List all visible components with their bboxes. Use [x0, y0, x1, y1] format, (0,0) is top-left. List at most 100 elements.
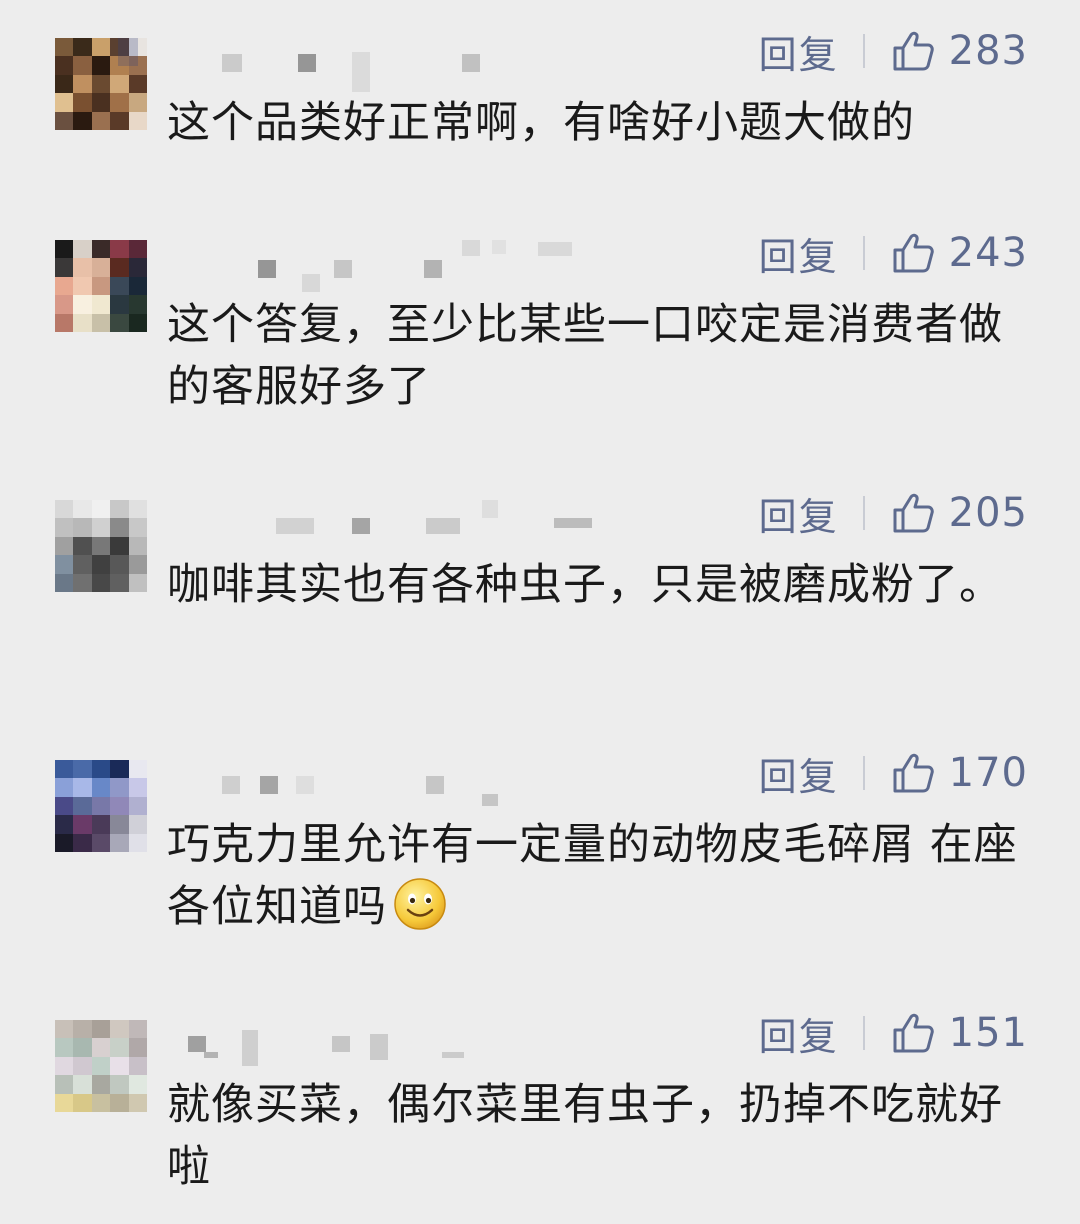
avatar-pixel	[110, 815, 129, 834]
avatar-pixel	[128, 833, 147, 852]
avatar-pixel	[110, 573, 129, 592]
avatar-pixel	[128, 778, 147, 797]
avatar-pixel	[55, 833, 74, 852]
avatar-pixel	[91, 295, 111, 314]
reply-button[interactable]: 回复	[759, 226, 839, 281]
avatar-pixel	[110, 796, 129, 816]
avatar-pixel	[55, 796, 74, 816]
avatar-pixel	[55, 555, 74, 574]
comment-text: 巧克力里允许有一定量的动物皮毛碎屑 在座各位知道吗	[167, 814, 1027, 938]
thumbs-up-icon[interactable]	[891, 491, 935, 535]
avatar-pixel	[73, 93, 92, 112]
avatar-pixel	[55, 1038, 74, 1057]
avatar-pixel	[73, 240, 92, 259]
avatar-pixel	[128, 295, 147, 314]
avatar-pixel	[55, 56, 74, 75]
avatar-pixel	[91, 93, 111, 112]
avatar-pixel	[128, 1038, 147, 1057]
avatar-pixel	[55, 778, 74, 797]
avatar[interactable]	[55, 240, 147, 332]
avatar-pixel	[128, 74, 147, 94]
like-count: 283	[948, 28, 1028, 74]
username-blurred[interactable]	[170, 240, 730, 300]
avatar-pixel	[110, 313, 129, 332]
avatar-pixel	[73, 276, 92, 296]
avatar-pixel	[55, 313, 74, 332]
avatar-pixel	[55, 240, 74, 259]
avatar-pixel	[91, 833, 111, 852]
avatar-pixel	[110, 295, 129, 314]
avatar-pixel	[128, 573, 147, 592]
thumbs-up-icon[interactable]	[891, 231, 935, 275]
avatar-pixel	[110, 74, 129, 94]
avatar-pixel	[128, 518, 147, 537]
avatar-pixel	[73, 536, 92, 556]
avatar-pixel	[110, 258, 129, 277]
avatar-pixel	[110, 1093, 129, 1112]
avatar[interactable]	[55, 500, 147, 592]
avatar[interactable]	[55, 760, 147, 852]
avatar-pixel	[128, 760, 147, 779]
avatar-pixel	[128, 796, 147, 816]
avatar-pixel	[73, 760, 92, 779]
thumbs-up-icon[interactable]	[891, 29, 935, 73]
avatar-pixel	[128, 111, 147, 130]
smile-emoji-icon	[394, 878, 446, 930]
avatar-pixel	[91, 240, 111, 259]
avatar-pixel	[110, 111, 129, 130]
avatar-pixel	[91, 111, 111, 130]
reply-button[interactable]: 回复	[759, 1006, 839, 1061]
avatar-pixel	[73, 555, 92, 574]
avatar-pixel	[128, 313, 147, 332]
avatar-pixel	[128, 240, 147, 259]
avatar-pixel	[73, 56, 92, 75]
thumbs-up-icon[interactable]	[891, 751, 935, 795]
avatar-pixel	[91, 555, 111, 574]
avatar-pixel	[91, 500, 111, 519]
reply-button[interactable]: 回复	[759, 746, 839, 801]
avatar-pixel	[91, 1020, 111, 1039]
avatar-pixel	[55, 93, 74, 112]
avatar-pixel	[55, 500, 74, 519]
avatar-pixel	[128, 1020, 147, 1039]
avatar-pixel	[128, 536, 147, 556]
avatar-pixel	[91, 573, 111, 592]
reply-button[interactable]: 回复	[759, 24, 839, 79]
avatar-pixel	[91, 796, 111, 816]
avatar-pixel	[110, 500, 129, 519]
comment-actions: 回复 170	[759, 750, 1028, 799]
avatar-pixel	[73, 500, 92, 519]
avatar-pixel	[128, 1093, 147, 1112]
username-blurred[interactable]	[170, 760, 730, 820]
avatar-pixel	[91, 38, 111, 57]
avatar-pixel	[55, 74, 74, 94]
avatar-pixel	[55, 111, 74, 130]
avatar-pixel	[91, 1093, 111, 1112]
avatar-pixel	[110, 1075, 129, 1094]
thumbs-up-icon[interactable]	[891, 1011, 935, 1055]
comment-actions: 回复 205	[759, 490, 1028, 539]
avatar-pixel	[110, 240, 129, 259]
avatar-pixel	[55, 518, 74, 537]
avatar-pixel	[110, 1038, 129, 1057]
avatar-pixel	[73, 796, 92, 816]
avatar-pixel	[55, 1020, 74, 1039]
comment-text-body: 巧克力里允许有一定量的动物皮毛碎屑 在座各位知道吗	[167, 820, 1018, 932]
avatar-pixel	[128, 500, 147, 519]
like-count: 205	[948, 490, 1028, 536]
divider	[862, 34, 865, 68]
like-count: 170	[948, 750, 1028, 796]
avatar-pixel	[110, 1056, 129, 1076]
avatar-pixel	[91, 1038, 111, 1057]
avatar-pixel	[91, 1056, 111, 1076]
avatar-pixel	[55, 276, 74, 296]
avatar-pixel	[73, 1075, 92, 1094]
avatar[interactable]	[55, 1020, 147, 1112]
avatar-pixel	[91, 815, 111, 834]
avatar-pixel	[73, 1038, 92, 1057]
avatar-pixel	[73, 111, 92, 130]
username-blurred[interactable]	[118, 38, 730, 98]
username-blurred[interactable]	[170, 500, 730, 560]
username-blurred[interactable]	[170, 1020, 730, 1080]
reply-button[interactable]: 回复	[759, 486, 839, 541]
